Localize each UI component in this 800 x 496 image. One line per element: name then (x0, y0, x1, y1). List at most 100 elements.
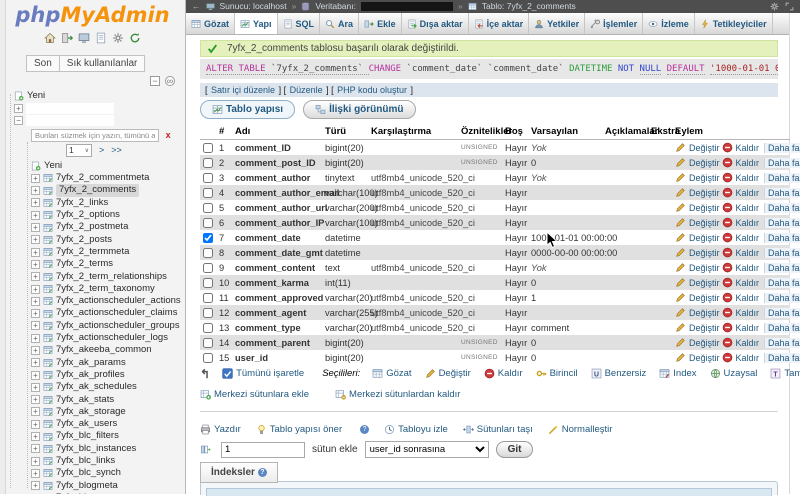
more-actions-link[interactable]: Daha fazla (764, 233, 800, 243)
tab-sql[interactable]: SQL (278, 13, 321, 34)
row-checkbox[interactable] (203, 173, 213, 183)
drop-column-link[interactable]: Kaldır (722, 202, 760, 213)
tab-tracking[interactable]: İzleme (643, 13, 695, 34)
page-last-link[interactable]: >> (111, 145, 122, 155)
row-checkbox[interactable] (203, 233, 213, 243)
help-icon[interactable]: ? (360, 425, 369, 434)
tool-track-table[interactable]: Tabloyu izle (384, 424, 448, 435)
expand-icon[interactable]: + (31, 285, 40, 294)
tree-table-item[interactable]: +7yfx_2_postmeta (6, 221, 184, 233)
expand-icon[interactable]: + (31, 309, 40, 318)
expand-icon[interactable]: + (31, 481, 40, 490)
more-actions-link[interactable]: Daha fazla (764, 263, 800, 273)
tool-propose-structure[interactable]: Tablo yapısı öner (256, 424, 342, 435)
expand-icon[interactable]: + (31, 248, 40, 257)
collapse-icon[interactable]: − (14, 116, 23, 125)
more-actions-link[interactable]: Daha fazla (764, 293, 800, 303)
selected-index[interactable]: Index (659, 368, 696, 379)
row-checkbox[interactable] (203, 263, 213, 273)
change-column-link[interactable]: Değiştir (675, 232, 720, 243)
tab-structure[interactable]: Yapı (235, 13, 278, 34)
more-actions-link[interactable]: Daha fazla (764, 248, 800, 258)
tab-search[interactable]: Ara (320, 13, 359, 34)
drop-column-link[interactable]: Kaldır (722, 262, 760, 273)
row-checkbox[interactable] (203, 158, 213, 168)
expand-icon[interactable]: + (31, 444, 40, 453)
table-structure-button[interactable]: Tablo yapısı (200, 100, 295, 119)
selected-drop[interactable]: Kaldır (484, 368, 523, 379)
tree-table-item[interactable]: +7yfx_2_termmeta (6, 246, 184, 258)
more-actions-link[interactable]: Daha fazla (764, 218, 800, 228)
expand-icon[interactable]: + (31, 358, 40, 367)
row-checkbox[interactable] (203, 338, 213, 348)
tree-table-item[interactable]: +7yfx_blogmeta (6, 480, 184, 492)
change-column-link[interactable]: Değiştir (675, 307, 720, 318)
selected-unique[interactable]: UBenzersiz (591, 368, 647, 379)
change-column-link[interactable]: Değiştir (675, 247, 720, 258)
tree-table-item[interactable]: +7yfx_2_terms (6, 258, 184, 270)
tab-triggers[interactable]: Tetikleyiciler (695, 13, 773, 34)
change-column-link[interactable]: Değiştir (675, 352, 720, 363)
row-checkbox[interactable] (203, 308, 213, 318)
expand-icon[interactable]: + (31, 223, 40, 232)
expand-icon[interactable]: + (31, 235, 40, 244)
expand-icon[interactable]: + (31, 260, 40, 269)
expand-icon[interactable]: + (31, 371, 40, 380)
expand-icon[interactable]: + (31, 334, 40, 343)
exit-icon[interactable] (61, 32, 73, 44)
tree-table-item[interactable]: +7yfx_2_term_relationships (6, 271, 184, 283)
tree-table-item[interactable]: +7yfx_ak_stats (6, 394, 184, 406)
page-next-link[interactable]: > (99, 145, 104, 155)
row-checkbox[interactable] (203, 203, 213, 213)
row-checkbox[interactable] (203, 353, 213, 363)
expand-panel-icon[interactable] (785, 2, 794, 11)
row-checkbox[interactable] (203, 143, 213, 153)
expand-icon[interactable]: + (31, 395, 40, 404)
row-checkbox[interactable] (203, 248, 213, 258)
breadcrumb-table[interactable]: Tablo: 7yfx_2_comments (482, 0, 576, 13)
change-column-link[interactable]: Değiştir (675, 157, 720, 168)
tree-table-item[interactable]: +7yfx_ak_schedules (6, 381, 184, 393)
drop-column-link[interactable]: Kaldır (722, 232, 760, 243)
tree-new-database[interactable]: Yeni (6, 90, 184, 102)
unlink-icon[interactable]: ∞ (165, 76, 175, 86)
sql-edit-link-0[interactable]: Satır içi düzenle (211, 85, 275, 95)
change-column-link[interactable]: Değiştir (675, 202, 720, 213)
tree-table-item[interactable]: +7yfx_actionscheduler_logs (6, 332, 184, 344)
more-actions-link[interactable]: Daha fazla (764, 338, 800, 348)
change-column-link[interactable]: Değiştir (675, 172, 720, 183)
expand-icon[interactable]: + (14, 104, 23, 113)
tree-table-item[interactable]: +7yfx_blc_filters (6, 430, 184, 442)
drop-column-link[interactable]: Kaldır (722, 352, 760, 363)
tree-database-expanded[interactable]: − (6, 115, 184, 127)
more-actions-link[interactable]: Daha fazla (764, 308, 800, 318)
tree-new-table[interactable]: Yeni (6, 160, 184, 172)
expand-icon[interactable]: + (31, 198, 40, 207)
breadcrumb-server[interactable]: Sunucu: localhost (220, 0, 287, 13)
change-column-link[interactable]: Değiştir (675, 322, 720, 333)
tree-database-collapsed[interactable]: + (6, 102, 184, 114)
selected-primary[interactable]: Birincil (536, 368, 578, 379)
drop-column-link[interactable]: Kaldır (722, 142, 760, 153)
more-actions-link[interactable]: Daha fazla (764, 278, 800, 288)
home-icon[interactable] (44, 32, 56, 44)
column-count-input[interactable] (221, 442, 305, 458)
column-position-select[interactable]: user_id sonrasına (365, 441, 489, 458)
collapse-all-icon[interactable]: − (150, 76, 160, 86)
add-central-columns-link[interactable]: Merkezi sütunlara ekle (200, 389, 309, 400)
tree-table-item[interactable]: +7yfx_actionscheduler_groups (6, 320, 184, 332)
sql-edit-link-1[interactable]: Düzenle (290, 85, 323, 95)
page-select[interactable]: 1 ∨ (66, 144, 92, 157)
selected-fulltext[interactable]: TTam metin (770, 368, 800, 379)
tree-table-item[interactable]: +7yfx_ak_profiles (6, 369, 184, 381)
clear-filter-icon[interactable]: x (166, 130, 171, 140)
breadcrumb-database-label[interactable]: Veritabanı: (315, 0, 356, 13)
tree-table-item[interactable]: +7yfx_actionscheduler_claims (6, 307, 184, 319)
sidebar-tab-favorites[interactable]: Sık kullanılanlar (60, 55, 146, 72)
expand-icon[interactable]: + (31, 420, 40, 429)
drop-column-link[interactable]: Kaldır (722, 217, 760, 228)
tree-filter-input[interactable] (31, 129, 159, 142)
tree-table-item[interactable]: +7yfx_ak_params (6, 357, 184, 369)
check-all-link[interactable]: Tümünü işaretle (222, 368, 304, 379)
tab-browse[interactable]: Gözat (186, 13, 235, 34)
